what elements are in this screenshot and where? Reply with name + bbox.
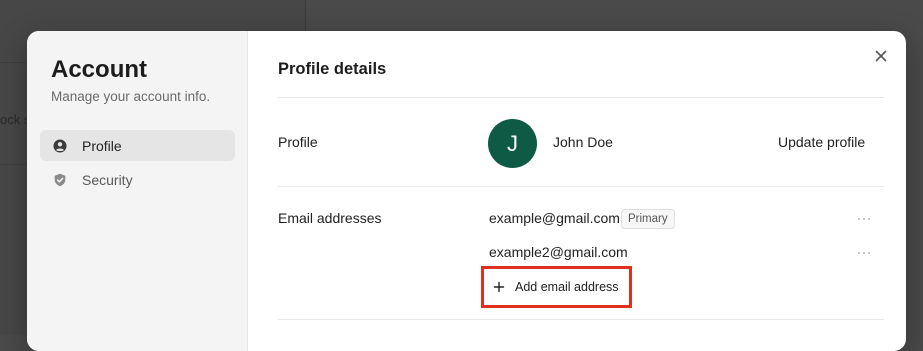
primary-badge: Primary <box>621 209 675 229</box>
account-sidebar: Account Manage your account info. Profil… <box>27 31 248 351</box>
sidebar-title: Account <box>51 56 147 83</box>
more-dots-icon <box>863 252 865 254</box>
email-address: example2@gmail.com <box>489 244 628 260</box>
avatar-initial: J <box>507 130 518 156</box>
page-title: Profile details <box>278 60 387 78</box>
profile-label: Profile <box>278 134 318 150</box>
profile-details-panel: Profile details Profile J John Doe Updat… <box>278 31 887 351</box>
user-circle-icon <box>52 138 68 154</box>
more-dots-icon <box>858 218 860 220</box>
add-email-label: Add email address <box>515 280 619 294</box>
email-more-button[interactable] <box>858 248 878 258</box>
divider <box>278 186 884 187</box>
divider <box>278 319 884 320</box>
background-text: ock s <box>0 112 26 127</box>
sidebar-item-label: Security <box>82 171 133 188</box>
more-dots-icon <box>858 252 860 254</box>
email-addresses-label: Email addresses <box>278 210 382 226</box>
add-email-address-button[interactable]: Add email address <box>481 266 632 308</box>
sidebar-item-security[interactable]: Security <box>40 164 235 195</box>
more-dots-icon <box>868 252 870 254</box>
update-profile-button[interactable]: Update profile <box>778 134 865 150</box>
divider <box>278 97 884 98</box>
sidebar-item-profile[interactable]: Profile <box>40 130 235 161</box>
email-address: example@gmail.com <box>489 210 620 226</box>
plus-icon <box>493 281 505 293</box>
more-dots-icon <box>868 218 870 220</box>
email-more-button[interactable] <box>858 214 878 224</box>
shield-icon <box>52 172 68 188</box>
close-button[interactable] <box>872 47 890 65</box>
account-modal: Account Manage your account info. Profil… <box>27 31 906 351</box>
profile-name: John Doe <box>553 134 613 150</box>
close-icon <box>875 50 887 62</box>
avatar: J <box>488 119 537 168</box>
sidebar-subtitle: Manage your account info. <box>51 89 211 104</box>
sidebar-item-label: Profile <box>82 137 122 154</box>
more-dots-icon <box>863 218 865 220</box>
